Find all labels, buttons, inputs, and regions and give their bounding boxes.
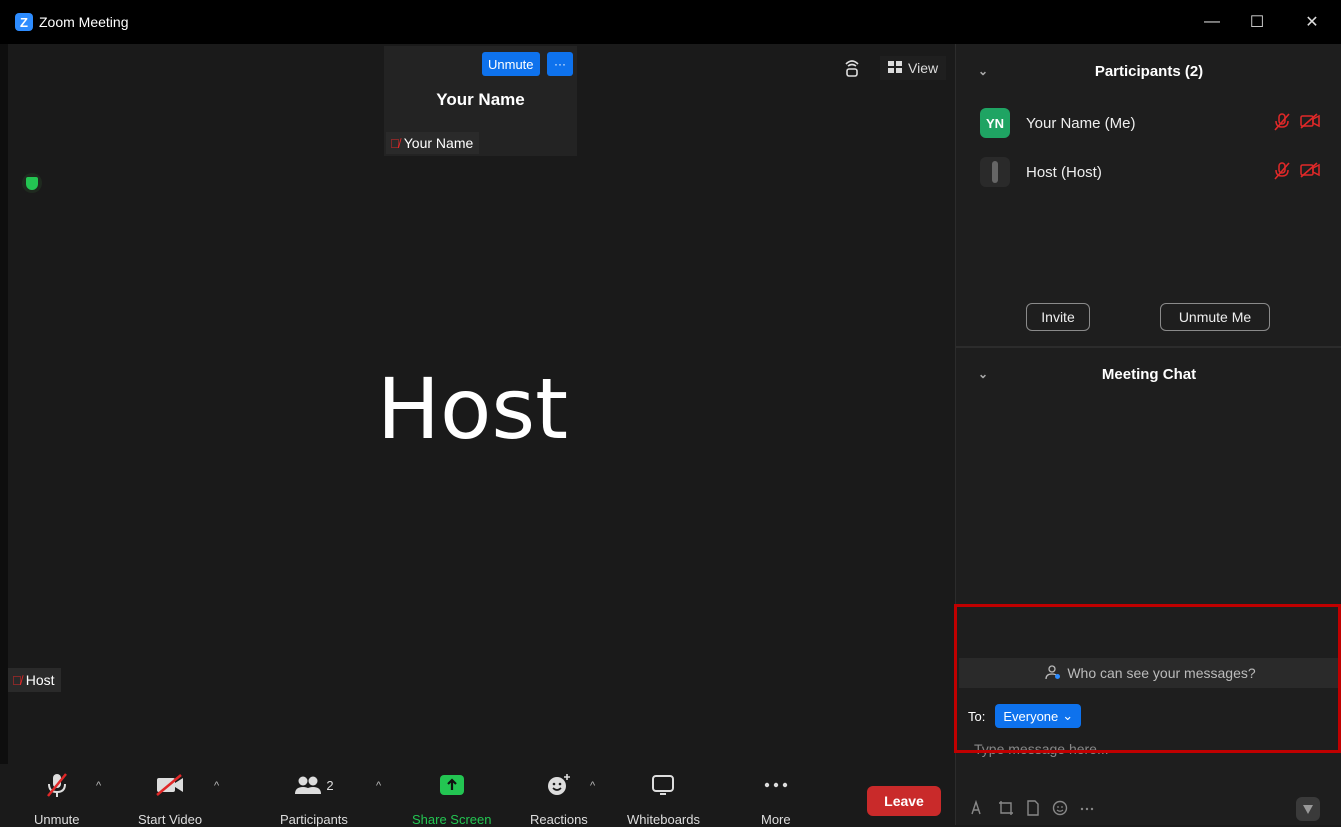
format-icon[interactable]: [970, 799, 986, 820]
video-off-icon: [1300, 161, 1320, 183]
immersive-icon[interactable]: [838, 56, 866, 80]
mic-muted-icon: 🎙̸: [12, 672, 22, 688]
self-tile-name: Your Name: [436, 90, 525, 109]
whiteboards-button[interactable]: Whiteboards: [627, 772, 700, 827]
whiteboard-icon: [650, 772, 676, 798]
chat-header: ⌄ Meeting Chat: [956, 349, 1341, 399]
collapse-chevron-icon[interactable]: ⌄: [978, 367, 988, 381]
self-name-label: 🎙̸ Your Name: [386, 132, 480, 154]
view-label: View: [908, 60, 939, 76]
reactions-options-chevron-icon[interactable]: ^: [590, 780, 595, 792]
reactions-icon: [546, 772, 572, 798]
chat-title: Meeting Chat: [1101, 365, 1197, 383]
zoom-logo-icon: Z: [15, 13, 33, 31]
who-can-see-text: Who can see your messages?: [1067, 665, 1256, 681]
leave-button[interactable]: Leave: [867, 786, 941, 816]
participants-toolbar-button[interactable]: 2 Participants: [280, 772, 348, 827]
participant-name: Host (Host): [1026, 163, 1102, 181]
maximize-button[interactable]: ☐: [1231, 0, 1283, 44]
zoom-window: Z Zoom Meeting — ☐ ✕ Unmute ··· Your Nam…: [0, 0, 1341, 827]
more-dots-icon: [763, 772, 789, 798]
recipient-row: To: Everyone ⌄: [968, 704, 1082, 728]
more-button[interactable]: More: [761, 772, 791, 827]
participant-row[interactable]: YN Your Name (Me): [980, 106, 1320, 140]
participants-count: 2: [326, 777, 334, 793]
chat-message-input[interactable]: [974, 737, 1324, 761]
more-options-icon[interactable]: [1080, 800, 1094, 820]
screenshot-icon[interactable]: [998, 800, 1014, 820]
grid-icon: [888, 60, 902, 76]
avatar: YN: [980, 108, 1010, 138]
emoji-icon[interactable]: [1052, 800, 1068, 820]
participants-options-chevron-icon[interactable]: ^: [376, 780, 381, 792]
audio-options-chevron-icon[interactable]: ^: [96, 780, 101, 792]
close-button[interactable]: ✕: [1286, 0, 1338, 44]
mic-muted-icon: 🎙̸: [390, 135, 400, 151]
reactions-button[interactable]: Reactions: [530, 772, 588, 827]
participant-status-icons: [1274, 161, 1320, 183]
mic-muted-icon: [1274, 161, 1290, 183]
video-off-icon: [155, 772, 185, 798]
tile-unmute-button[interactable]: Unmute: [482, 52, 540, 76]
chat-tools: [970, 799, 1094, 820]
video-options-chevron-icon[interactable]: ^: [214, 780, 219, 792]
invite-button[interactable]: Invite: [1026, 303, 1090, 331]
participants-title: Participants (2): [1094, 62, 1204, 80]
speaker-name-label: 🎙̸ Host: [8, 668, 61, 692]
recipient-dropdown[interactable]: Everyone ⌄: [995, 704, 1082, 728]
to-label: To:: [968, 708, 986, 724]
participants-icon: 2: [294, 772, 334, 798]
speaker-label-text: Host: [25, 672, 55, 688]
title-bar: Z Zoom Meeting: [0, 0, 1341, 44]
collapse-chevron-icon[interactable]: ⌄: [978, 64, 988, 78]
start-video-button[interactable]: Start Video: [138, 772, 202, 827]
unmute-me-button[interactable]: Unmute Me: [1160, 303, 1270, 331]
panel-divider: [956, 346, 1341, 348]
participant-status-icons: [1274, 112, 1320, 134]
participant-name: Your Name (Me): [1026, 114, 1136, 132]
chevron-down-icon: ⌄: [1062, 708, 1074, 723]
person-info-icon: [1045, 664, 1061, 683]
active-speaker-name: Host: [376, 360, 569, 458]
participant-row[interactable]: Host (Host): [980, 155, 1320, 189]
participants-header: ⌄ Participants (2): [956, 46, 1341, 96]
send-icon[interactable]: [1296, 797, 1320, 821]
mic-muted-icon: [1274, 112, 1290, 134]
avatar: [980, 157, 1010, 187]
mic-off-icon: [45, 772, 69, 798]
side-panel: ⌄ Participants (2) YN Your Name (Me) Hos…: [955, 44, 1341, 825]
tile-more-button[interactable]: ···: [547, 52, 573, 76]
unmute-toolbar-button[interactable]: Unmute: [34, 772, 80, 827]
recipient-value: Everyone: [1003, 708, 1059, 724]
meeting-toolbar: Unmute ^ Start Video ^ 2 Participants ^ …: [0, 764, 955, 827]
view-button[interactable]: View: [880, 56, 947, 80]
security-shield-icon[interactable]: [22, 173, 42, 193]
self-label-text: Your Name: [403, 135, 474, 151]
share-screen-icon: [439, 772, 465, 798]
window-title: Zoom Meeting: [39, 14, 129, 30]
who-can-see-bar[interactable]: Who can see your messages?: [959, 658, 1341, 688]
file-icon[interactable]: [1026, 800, 1040, 820]
share-screen-button[interactable]: Share Screen: [412, 772, 492, 827]
video-off-icon: [1300, 112, 1320, 134]
